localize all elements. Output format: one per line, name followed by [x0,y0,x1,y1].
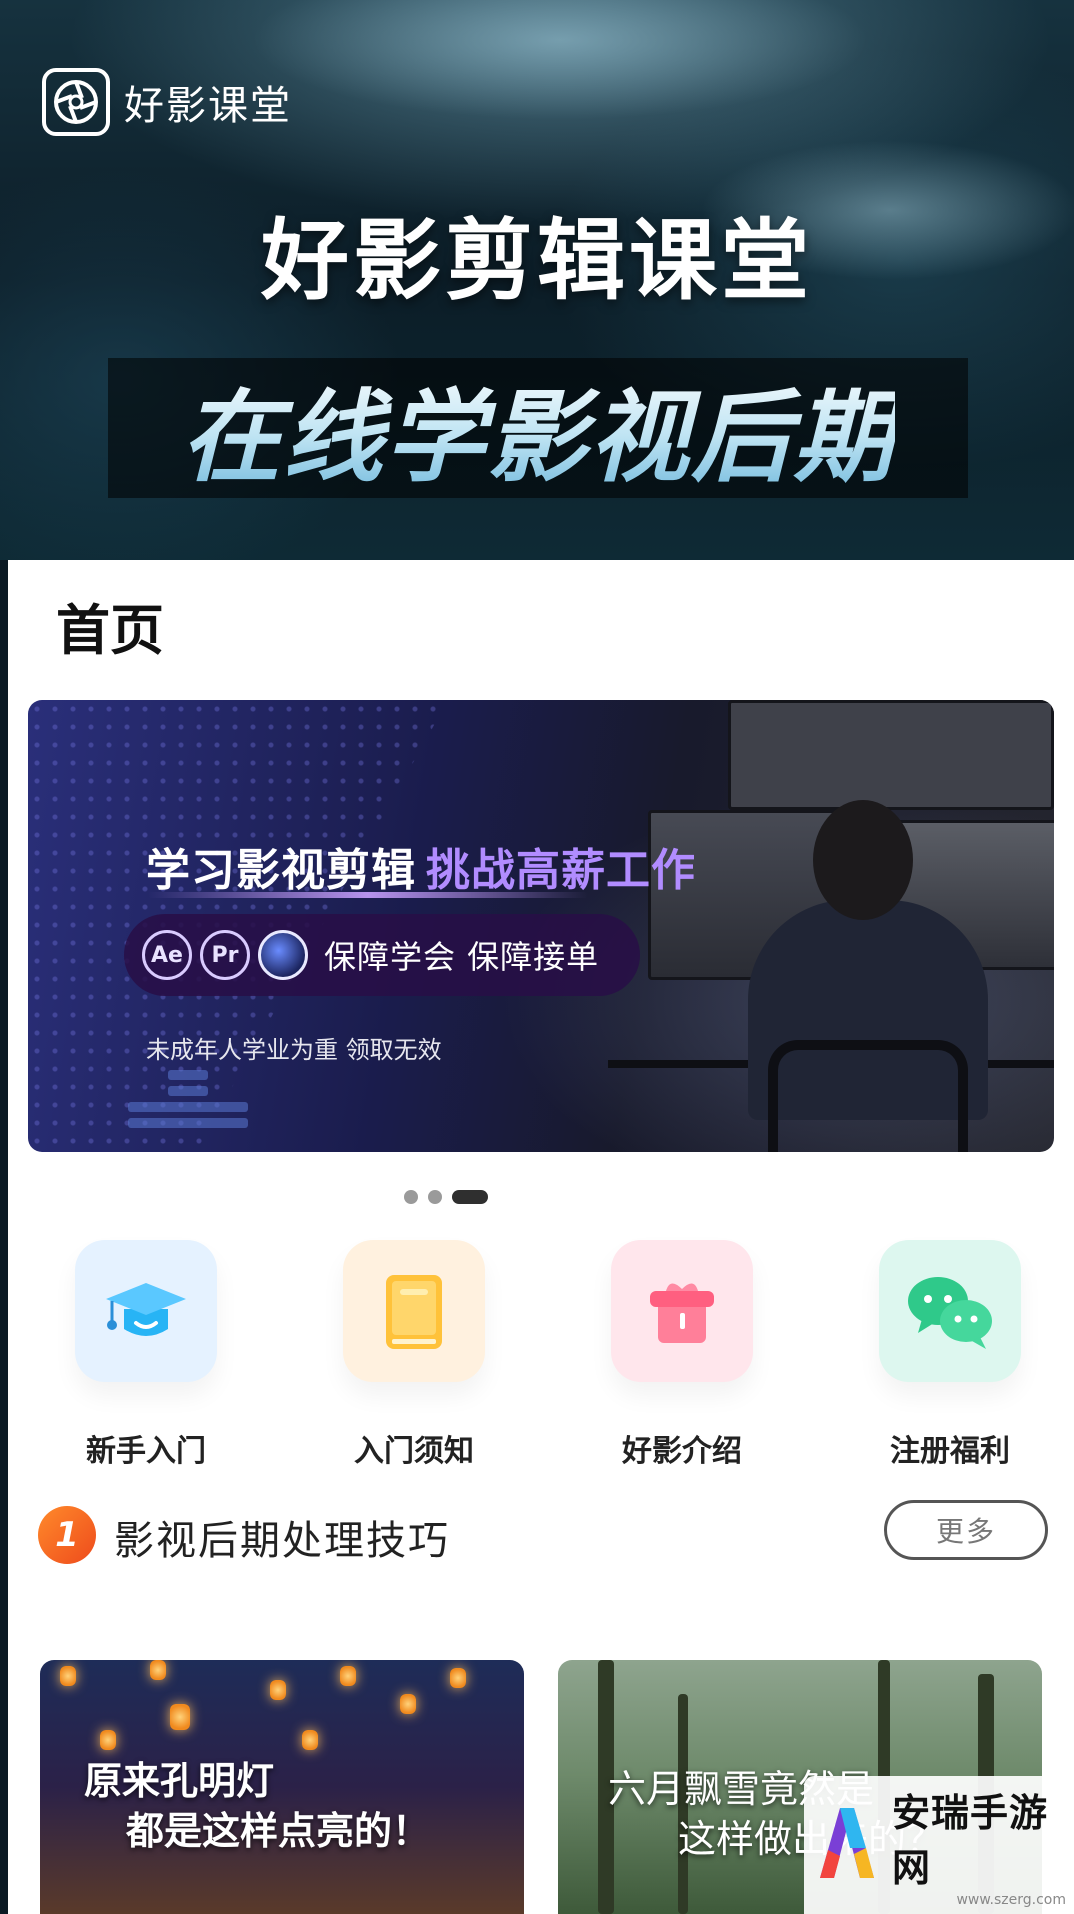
quick-entry-grid: 新手入门 入门须知 好影介绍 注册福利 [8,1240,1074,1469]
more-button[interactable]: 更多 [884,1500,1048,1560]
section-number-badge: 1 [38,1506,96,1564]
quick-entry-intro[interactable]: 好影介绍 [582,1240,782,1470]
quick-entry-beginner[interactable]: 新手入门 [46,1240,246,1470]
watermark: 安瑞手游网 www.szerg.com [804,1776,1074,1914]
article-card[interactable]: 原来孔明灯 都是这样点亮的！ [40,1660,524,1914]
banner-headline: 学习影视剪辑 挑战高薪工作 [146,834,696,898]
hero-subtitle-box: 在线学影视后期 [108,358,968,498]
hero-subtitle: 在线学影视后期 [181,356,895,501]
banner-glow-line [148,892,588,898]
carousel-indicator [404,1190,488,1204]
banner-monitor [728,700,1054,810]
carousel-dot[interactable] [404,1190,418,1204]
banner-note: 未成年人学业为重 领取无效 [146,1036,442,1064]
home-page: 首页 学习影视剪辑 挑战高薪工作 Ae Pr 保障学会 保障接单 未成年人学业为重… [8,560,1074,1914]
banner-headline-main: 学习影视剪辑 [146,845,416,896]
carousel-dot-active[interactable] [452,1190,488,1204]
hero-title: 好影剪辑课堂 [260,209,813,312]
watermark-text: 安瑞手游网 www.szerg.com [892,1782,1074,1908]
quick-entry-label: 好影介绍 [622,1434,742,1469]
card-title-line: 原来孔明灯 [84,1759,275,1803]
quick-entry-benefits[interactable]: 注册福利 [850,1240,1050,1470]
banner-person-head [813,800,913,920]
card-title-line: 都是这样点亮的！ [126,1809,431,1853]
promo-banner[interactable]: 学习影视剪辑 挑战高薪工作 Ae Pr 保障学会 保障接单 未成年人学业为重 领取… [28,700,1054,1152]
chat-bubbles-icon [879,1240,1021,1382]
premiere-icon: Pr [200,930,250,980]
banner-pill: Ae Pr 保障学会 保障接单 [124,914,640,996]
watermark-url: www.szerg.com [956,1892,1066,1908]
banner-chair [768,1040,968,1152]
section-header: 1 影视后期处理技巧 更多 [38,1500,1048,1570]
quick-entry-label: 新手入门 [86,1434,206,1469]
quick-entry-label: 注册福利 [890,1434,1010,1469]
aperture-logo-icon [42,68,110,136]
cinema4d-icon [258,930,308,980]
quick-entry-guide[interactable]: 入门须知 [314,1240,514,1470]
hero-banner: 好影课堂 好影剪辑课堂 在线学影视后期 [0,0,1074,560]
quick-entry-label: 入门须知 [354,1434,474,1469]
banner-pill-text: 保障学会 保障接单 [324,938,600,976]
watermark-logo-icon [810,1798,884,1892]
gift-icon [611,1240,753,1382]
brand-name: 好影课堂 [124,83,292,129]
banner-equalizer-decoration [128,1070,248,1134]
carousel-dot[interactable] [428,1190,442,1204]
watermark-name: 安瑞手游网 [892,1791,1049,1890]
section-title: 影视后期处理技巧 [114,1518,450,1564]
book-icon [343,1240,485,1382]
card-title: 原来孔明灯 都是这样点亮的！ [84,1756,430,1856]
after-effects-icon: Ae [142,930,192,980]
brand: 好影课堂 [42,68,292,136]
page-title: 首页 [56,599,164,662]
hero-light-streak [250,0,870,120]
graduation-cap-icon [75,1240,217,1382]
banner-headline-accent: 挑战高薪工作 [426,845,696,896]
